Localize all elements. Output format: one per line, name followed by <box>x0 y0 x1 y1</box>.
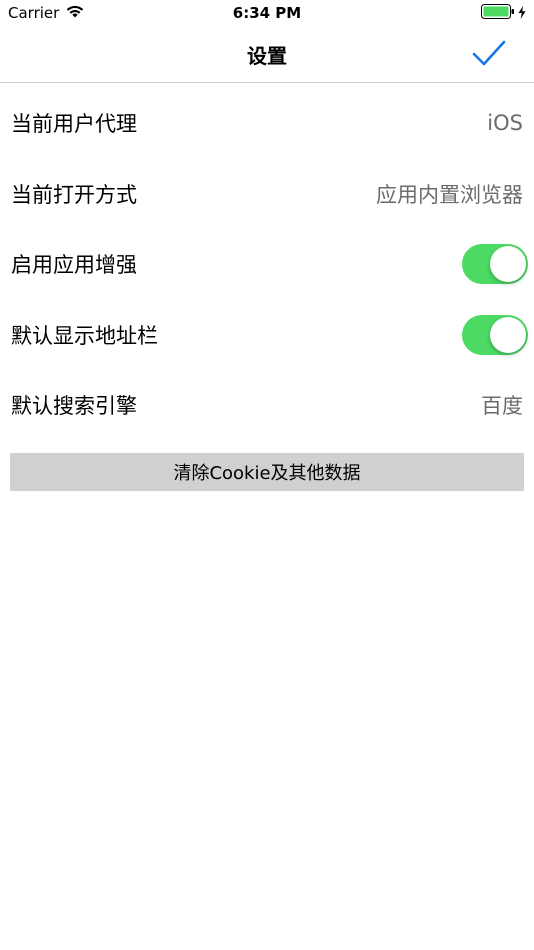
charging-bolt-icon <box>518 4 526 23</box>
setting-label: 默认显示地址栏 <box>11 323 158 348</box>
address-bar-toggle[interactable] <box>462 314 528 355</box>
done-button[interactable] <box>472 40 508 70</box>
battery-icon <box>481 4 515 23</box>
toggle-knob <box>490 246 526 283</box>
status-time: 6:34 PM <box>232 4 302 22</box>
setting-row-user-agent[interactable]: 当前用户代理 iOS <box>0 88 534 159</box>
toggle-knob <box>490 316 526 353</box>
setting-label: 默认搜索引擎 <box>11 394 137 419</box>
settings-list: 当前用户代理 iOS 当前打开方式 应用内置浏览器 启用应用增强 默认显示地址栏… <box>0 88 534 441</box>
setting-row-show-address-bar: 默认显示地址栏 <box>0 300 534 371</box>
setting-label: 启用应用增强 <box>11 253 137 278</box>
app-enhance-toggle[interactable] <box>462 244 528 285</box>
setting-value: 百度 <box>481 394 523 419</box>
page-title: 设置 <box>247 44 287 68</box>
setting-row-open-mode[interactable]: 当前打开方式 应用内置浏览器 <box>0 159 534 230</box>
setting-row-app-enhance: 启用应用增强 <box>0 229 534 300</box>
checkmark-icon <box>472 40 506 72</box>
clear-cookies-button[interactable]: 清除Cookie及其他数据 <box>10 453 524 491</box>
setting-value: 应用内置浏览器 <box>376 182 523 207</box>
setting-value: iOS <box>487 111 523 136</box>
nav-bar: 设置 <box>0 28 534 83</box>
status-right <box>481 4 526 23</box>
setting-label: 当前用户代理 <box>11 112 137 137</box>
setting-row-search-engine[interactable]: 默认搜索引擎 百度 <box>0 370 534 441</box>
status-bar: Carrier 6:34 PM <box>0 0 534 28</box>
setting-label: 当前打开方式 <box>11 182 137 207</box>
